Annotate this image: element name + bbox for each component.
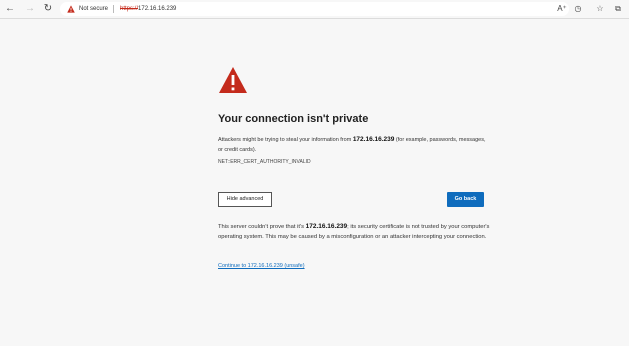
address-divider [113,5,114,13]
favorites-star-icon[interactable]: ☆ [594,3,606,15]
url-text[interactable]: https://172.16.16.239 [120,2,176,16]
url-host: 172.16.16.239 [138,6,177,12]
forward-arrow-icon[interactable]: → [24,3,36,15]
advanced-host: 172.16.16.239 [305,223,348,230]
refresh-icon[interactable]: ↻ [42,3,54,15]
collections-icon[interactable]: ⧉ [612,3,624,15]
advanced-text-start: This server couldn't prove that it's [218,224,306,230]
proceed-unsafe-link[interactable]: Continue to 172.16.16.239 (unsafe) [218,263,305,269]
warning-icon[interactable] [67,5,75,13]
read-aloud-icon[interactable]: A⁺ [556,3,568,15]
go-back-button[interactable]: Go back [447,192,484,207]
back-arrow-icon[interactable]: ← [4,3,16,15]
hide-advanced-button[interactable]: Hide advanced [218,192,272,207]
browser-toolbar: ← → ↻ Not secure https://172.16.16.239 A… [0,0,629,19]
warning-triangle-icon [219,67,247,93]
page-title: Your connection isn't private [218,113,369,125]
error-code: NET::ERR_CERT_AUTHORITY_INVALID [218,159,311,165]
address-bar[interactable]: Not secure https://172.16.16.239 [60,2,569,16]
intro-text: Attackers might be trying to steal your … [218,135,490,155]
url-scheme: https:// [120,6,139,12]
advanced-details-text: This server couldn't prove that it's 172… [218,222,490,242]
intro-text-start: Attackers might be trying to steal your … [218,137,353,143]
tracking-prevention-icon[interactable]: ◷ [572,3,584,15]
intro-host: 172.16.16.239 [352,136,395,143]
security-status[interactable]: Not secure [79,2,108,16]
